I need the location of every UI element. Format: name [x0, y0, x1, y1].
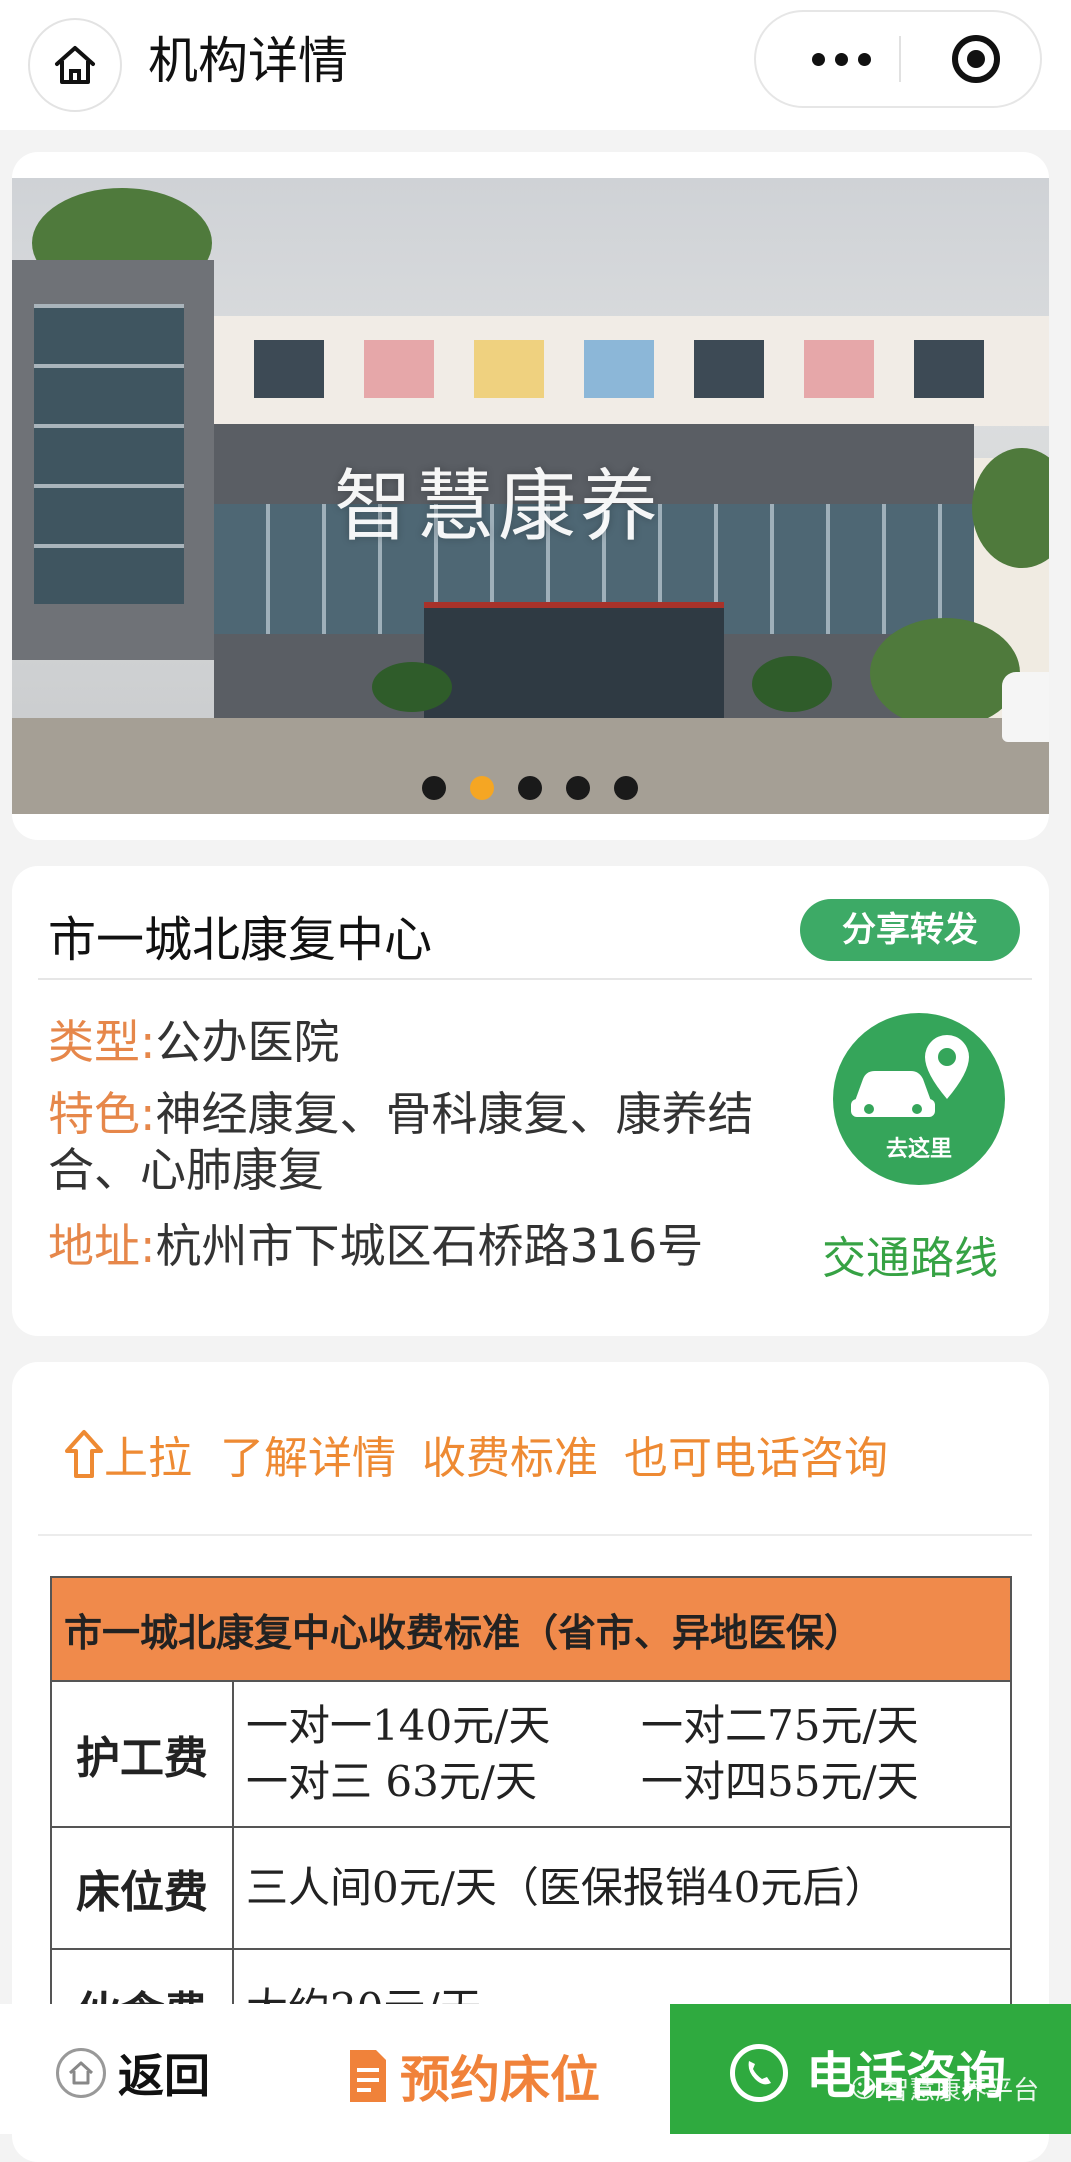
bottom-action-bar: 返回 预约床位 电话咨询: [0, 2004, 1071, 2134]
home-outline-icon: [56, 2048, 106, 2098]
table-row: 护工费 一对一140元/天 一对二75元/天 一对三 63元/天 一对四55元/天: [50, 1680, 1012, 1828]
target-icon[interactable]: [952, 35, 1000, 83]
type-row: 类型:公办医院: [48, 1014, 340, 1070]
table-row: 床位费 三人间0元/天（医保报销40元后）: [50, 1826, 1012, 1950]
tree-image: [870, 618, 1020, 728]
fee-item: 三人间0元/天（医保报销40元后）: [232, 1826, 1012, 1950]
top-navigation-bar: 机构详情: [0, 0, 1071, 130]
tip-item: 收费标准: [422, 1433, 598, 1484]
feature-row: 特色:神经康复、骨科康复、康养结合、心肺康复: [48, 1086, 808, 1198]
more-button[interactable]: [786, 12, 896, 106]
fee-table-title: 市一城北康复中心收费标准（省市、异地医保）: [50, 1576, 1012, 1682]
divider: [38, 1534, 1032, 1536]
more-icon-dot: [834, 52, 848, 66]
more-icon-dot: [857, 52, 871, 66]
tip-item: 了解详情: [220, 1433, 396, 1484]
plant-image: [752, 656, 832, 712]
capsule-divider: [899, 36, 901, 82]
more-icon: [811, 52, 825, 66]
carousel-dot[interactable]: [518, 776, 542, 800]
building-left-tower: [12, 260, 214, 660]
tip-item: 也可电话咨询: [624, 1433, 888, 1484]
book-label: 预约床位: [400, 2051, 600, 2109]
home-icon: [55, 46, 95, 84]
home-button[interactable]: [28, 18, 122, 112]
car-location-icon: [851, 1035, 969, 1117]
building-entrance: [424, 608, 724, 720]
fee-row-value: 一对一140元/天 一对二75元/天 一对三 63元/天 一对四55元/天: [232, 1680, 1012, 1828]
fee-row-label: 床位费: [50, 1826, 234, 1950]
carousel-dot[interactable]: [614, 776, 638, 800]
share-button[interactable]: 分享转发: [800, 899, 1020, 961]
banner-logo-text: 智慧康养: [334, 462, 663, 552]
address-value: 杭州市下城区石桥路316号: [155, 1219, 704, 1273]
scroll-tip: 上拉 了解详情 收费标准 也可电话咨询: [64, 1422, 914, 1486]
banner-carousel[interactable]: 智慧康养: [12, 178, 1049, 814]
book-bed-button[interactable]: 预约床位: [348, 2040, 600, 2112]
plant-image: [372, 662, 452, 712]
route-link[interactable]: 交通路线: [822, 1222, 998, 1286]
car-image: [1002, 672, 1049, 742]
wechat-icon: ☺: [850, 2073, 878, 2104]
navigate-button[interactable]: 去这里: [833, 1013, 1005, 1185]
address-label: 地址:: [48, 1219, 156, 1273]
fee-item: 一对三 63元/天: [246, 1757, 537, 1806]
building-upper-floors: [214, 316, 1049, 426]
document-icon: [350, 2050, 386, 2102]
carousel-indicator: [422, 776, 638, 800]
fee-item: 一对四55元/天: [641, 1757, 919, 1806]
carousel-dot[interactable]: [566, 776, 590, 800]
page-title: 机构详情: [148, 32, 348, 90]
fee-item: 一对二75元/天: [641, 1701, 919, 1750]
carousel-dot[interactable]: [422, 776, 446, 800]
fee-row-label: 护工费: [50, 1680, 234, 1828]
tip-item: 上拉: [104, 1433, 192, 1484]
back-label: 返回: [118, 2049, 210, 2103]
institution-info-card: 市一城北康复中心 分享转发 类型:公办医院 特色:神经康复、骨科康复、康养结合、…: [12, 866, 1049, 1336]
navigate-badge: 去这里: [885, 1137, 952, 1162]
carousel-dot-active[interactable]: [470, 776, 494, 800]
watermark: ☺ 智慧康养平台: [850, 2070, 1039, 2107]
back-button[interactable]: 返回: [56, 2040, 210, 2106]
mini-program-capsule: [754, 10, 1042, 108]
arrow-up-icon: [65, 1430, 103, 1478]
banner-card: 智慧康养: [12, 152, 1049, 840]
address-row: 地址:杭州市下城区石桥路316号: [48, 1218, 703, 1274]
type-value: 公办医院: [155, 1015, 340, 1069]
call-button[interactable]: 电话咨询: [670, 2004, 1071, 2134]
fee-table: 市一城北康复中心收费标准（省市、异地医保） 护工费 一对一140元/天 一对二75…: [50, 1576, 1012, 2070]
phone-icon: [730, 2044, 788, 2102]
institution-name: 市一城北康复中心: [48, 912, 433, 968]
type-label: 类型:: [48, 1015, 156, 1069]
watermark-text: 智慧康养平台: [883, 2076, 1040, 2106]
feature-label: 特色:: [48, 1087, 156, 1141]
divider: [38, 978, 1032, 980]
fee-item: 一对一140元/天: [246, 1701, 551, 1750]
